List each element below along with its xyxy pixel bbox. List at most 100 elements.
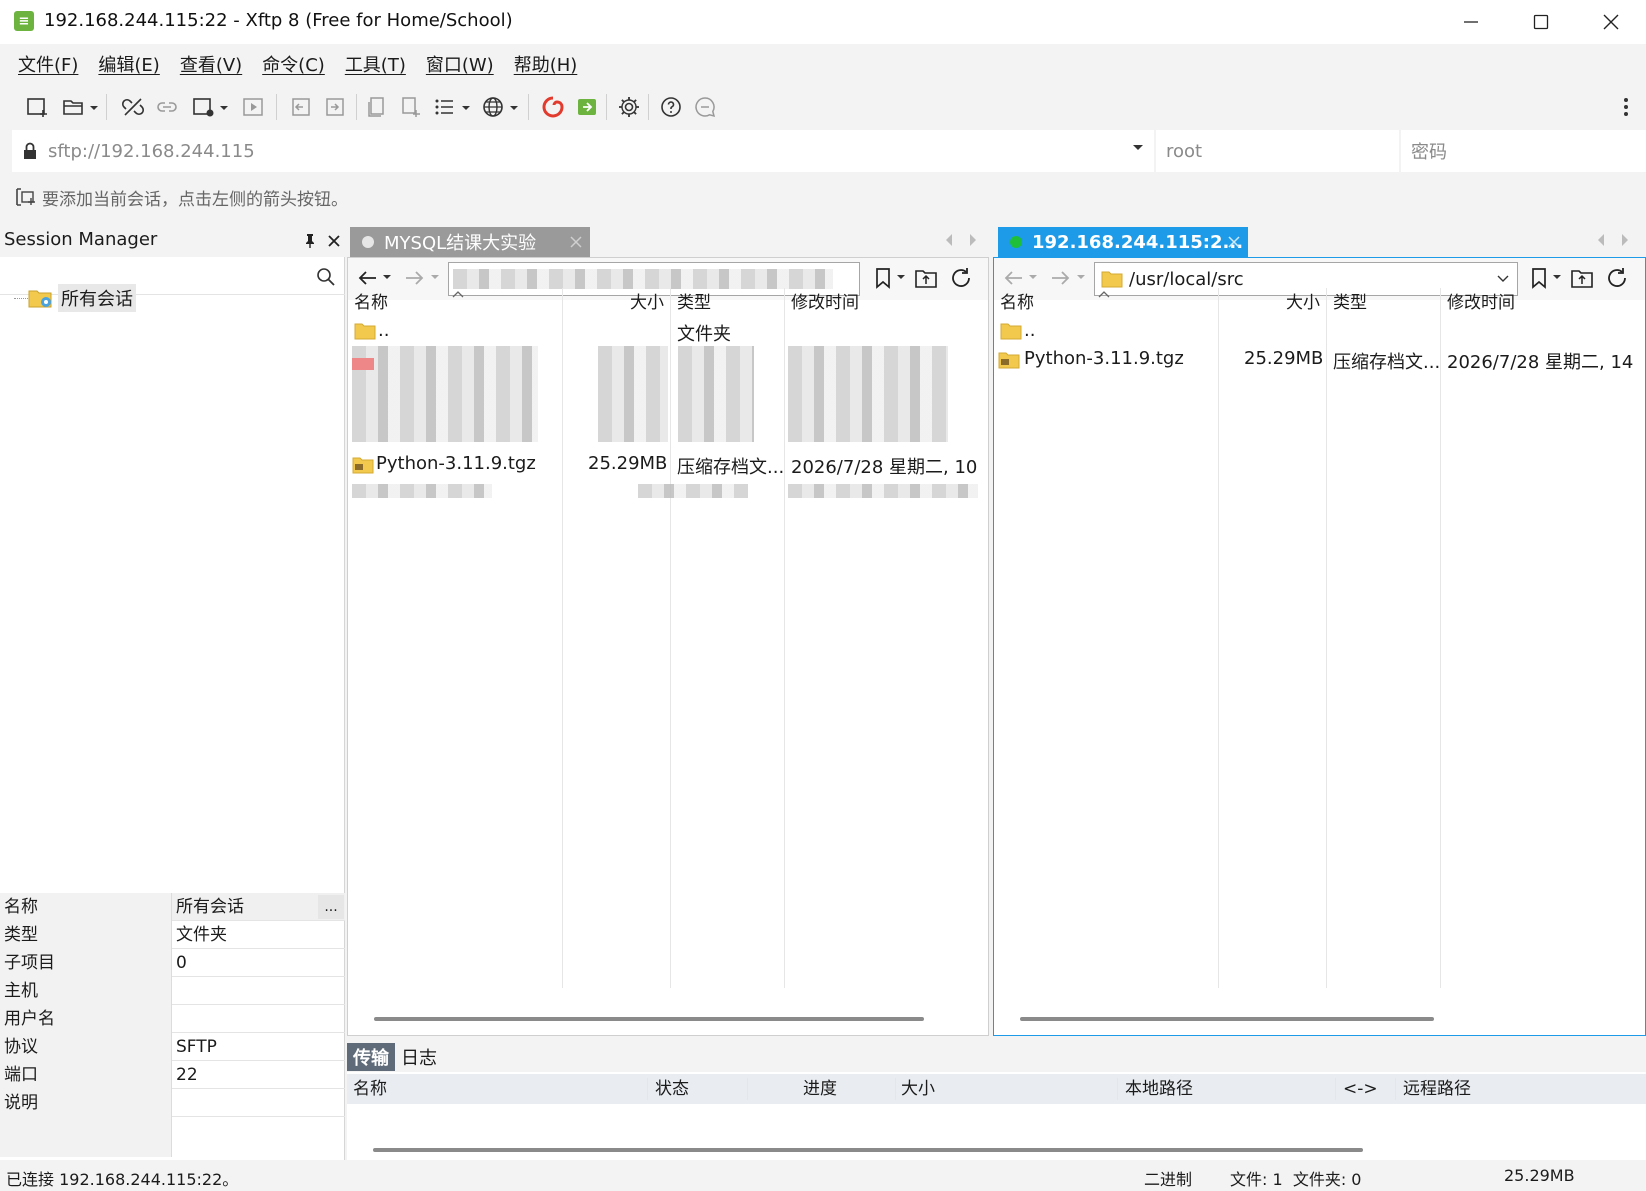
- blurred-row: [638, 484, 748, 498]
- column-modified[interactable]: 修改时间: [791, 288, 859, 318]
- globe-icon[interactable]: [478, 92, 508, 122]
- refresh-icon[interactable]: [1606, 267, 1628, 289]
- transfer-col-size[interactable]: 大小: [901, 1074, 935, 1104]
- copy-icon[interactable]: [362, 92, 392, 122]
- menu-view[interactable]: 查看(V): [172, 44, 250, 84]
- toolbar-separator: [606, 94, 607, 120]
- chevron-down-icon[interactable]: [382, 274, 392, 282]
- menu-tools[interactable]: 工具(T): [337, 44, 414, 84]
- more-button[interactable]: ...: [318, 895, 344, 919]
- new-terminal-icon[interactable]: [188, 92, 218, 122]
- folder-sessions-icon: [28, 287, 54, 309]
- list-item-parent[interactable]: .. 文件夹: [348, 318, 988, 346]
- help-icon[interactable]: [656, 92, 686, 122]
- column-type[interactable]: 类型: [1333, 288, 1367, 318]
- hint-text: 要添加当前会话，点击左侧的箭头按钮。: [42, 189, 348, 210]
- menu-edit[interactable]: 编辑(E): [90, 44, 167, 84]
- add-session-icon[interactable]: [14, 187, 36, 207]
- xshell-icon[interactable]: [538, 92, 568, 122]
- item-counts: 文件: 1 文件夹: 0: [1230, 1170, 1362, 1189]
- password-input[interactable]: 密码: [1401, 130, 1646, 172]
- tab-remote[interactable]: 192.168.244.115:2...: [998, 227, 1248, 257]
- close-panel-icon[interactable]: [324, 231, 344, 251]
- forward-arrow-icon[interactable]: [404, 267, 426, 289]
- chevron-down-icon[interactable]: [1076, 274, 1086, 282]
- tab-close-icon[interactable]: [570, 236, 582, 248]
- tab-local[interactable]: MYSQL结课大实验: [350, 227, 590, 257]
- list-item-parent[interactable]: ..: [994, 318, 1645, 346]
- refresh-icon[interactable]: [950, 267, 972, 289]
- address-input[interactable]: sftp://192.168.244.115: [12, 130, 1154, 172]
- search-icon[interactable]: [316, 267, 336, 287]
- tab-transfer[interactable]: 传输: [347, 1043, 395, 1071]
- upload-icon[interactable]: [286, 92, 316, 122]
- chevron-down-icon[interactable]: [1552, 274, 1562, 282]
- link-icon[interactable]: [152, 92, 182, 122]
- parent-folder-icon[interactable]: [1570, 267, 1594, 289]
- tab-scroll-left-icon[interactable]: [944, 233, 954, 247]
- maximize-button[interactable]: [1506, 0, 1576, 44]
- toolbar-separator: [276, 94, 277, 120]
- xftp-icon[interactable]: [572, 92, 602, 122]
- pin-icon[interactable]: [300, 231, 320, 251]
- transfer-col-progress[interactable]: 进度: [803, 1074, 837, 1104]
- transfer-col-remote-path[interactable]: 远程路径: [1403, 1074, 1471, 1104]
- back-arrow-icon[interactable]: [356, 267, 378, 289]
- forward-arrow-icon[interactable]: [1050, 267, 1072, 289]
- chevron-down-icon[interactable]: [1028, 274, 1038, 282]
- horizontal-scrollbar[interactable]: [1020, 1017, 1434, 1021]
- chevron-down-icon[interactable]: [218, 96, 230, 120]
- transfer-col-local-path[interactable]: 本地路径: [1125, 1074, 1193, 1104]
- transfer-col-status[interactable]: 状态: [655, 1074, 689, 1104]
- transfer-column-headers: 名称 状态 进度 大小 本地路径 <-> 远程路径: [347, 1074, 1646, 1104]
- chevron-down-icon[interactable]: [430, 274, 440, 282]
- download-icon[interactable]: [320, 92, 350, 122]
- parent-folder-icon[interactable]: [914, 267, 938, 289]
- chevron-down-icon[interactable]: [460, 96, 472, 120]
- tab-log[interactable]: 日志: [395, 1043, 443, 1071]
- menu-file[interactable]: 文件(F): [10, 44, 86, 84]
- chevron-down-icon[interactable]: [1128, 142, 1148, 152]
- tab-scroll-left-icon[interactable]: [1596, 233, 1606, 247]
- column-name[interactable]: 名称: [1000, 288, 1034, 318]
- close-button[interactable]: [1576, 0, 1646, 44]
- menu-window[interactable]: 窗口(W): [418, 44, 502, 84]
- disconnect-icon[interactable]: [118, 92, 148, 122]
- chevron-down-icon[interactable]: [1497, 275, 1509, 283]
- list-view-icon[interactable]: [430, 92, 460, 122]
- open-folder-icon[interactable]: [58, 92, 88, 122]
- transfer-col-name[interactable]: 名称: [353, 1074, 387, 1104]
- horizontal-scrollbar[interactable]: [374, 1017, 924, 1021]
- horizontal-scrollbar[interactable]: [373, 1148, 1363, 1152]
- column-size[interactable]: 大小: [630, 288, 664, 318]
- session-manager-header: Session Manager: [0, 225, 345, 257]
- username-input[interactable]: root: [1156, 130, 1399, 172]
- minimize-button[interactable]: [1436, 0, 1506, 44]
- back-arrow-icon[interactable]: [1002, 267, 1024, 289]
- tab-scroll-right-icon[interactable]: [968, 233, 978, 247]
- list-item-python[interactable]: Python-3.11.9.tgz 25.29MB 压缩存档文... 2026/…: [348, 451, 988, 479]
- column-name[interactable]: 名称: [354, 288, 388, 318]
- more-options-icon[interactable]: [1616, 92, 1636, 122]
- tree-item-all-sessions[interactable]: 所有会话: [28, 283, 136, 313]
- chevron-down-icon[interactable]: [896, 274, 906, 282]
- chevron-down-icon[interactable]: [88, 96, 100, 120]
- bookmark-icon[interactable]: [1530, 267, 1548, 289]
- tab-scroll-right-icon[interactable]: [1620, 233, 1630, 247]
- play-icon[interactable]: [238, 92, 268, 122]
- menu-help[interactable]: 帮助(H): [506, 44, 586, 84]
- chevron-down-icon[interactable]: [508, 96, 520, 120]
- menu-command[interactable]: 命令(C): [254, 44, 333, 84]
- chat-icon[interactable]: [690, 92, 720, 122]
- list-item-python[interactable]: Python-3.11.9.tgz 25.29MB 压缩存档文... 2026/…: [994, 346, 1645, 374]
- gear-icon[interactable]: [614, 92, 644, 122]
- transfer-col-direction[interactable]: <->: [1343, 1074, 1378, 1104]
- bookmark-icon[interactable]: [874, 267, 892, 289]
- column-divider: [1440, 288, 1441, 988]
- tab-close-icon[interactable]: [1228, 236, 1240, 248]
- duplicate-icon[interactable]: [396, 92, 426, 122]
- new-session-icon[interactable]: [22, 92, 52, 122]
- column-modified[interactable]: 修改时间: [1447, 288, 1515, 318]
- column-size[interactable]: 大小: [1286, 288, 1320, 318]
- column-type[interactable]: 类型: [677, 288, 711, 318]
